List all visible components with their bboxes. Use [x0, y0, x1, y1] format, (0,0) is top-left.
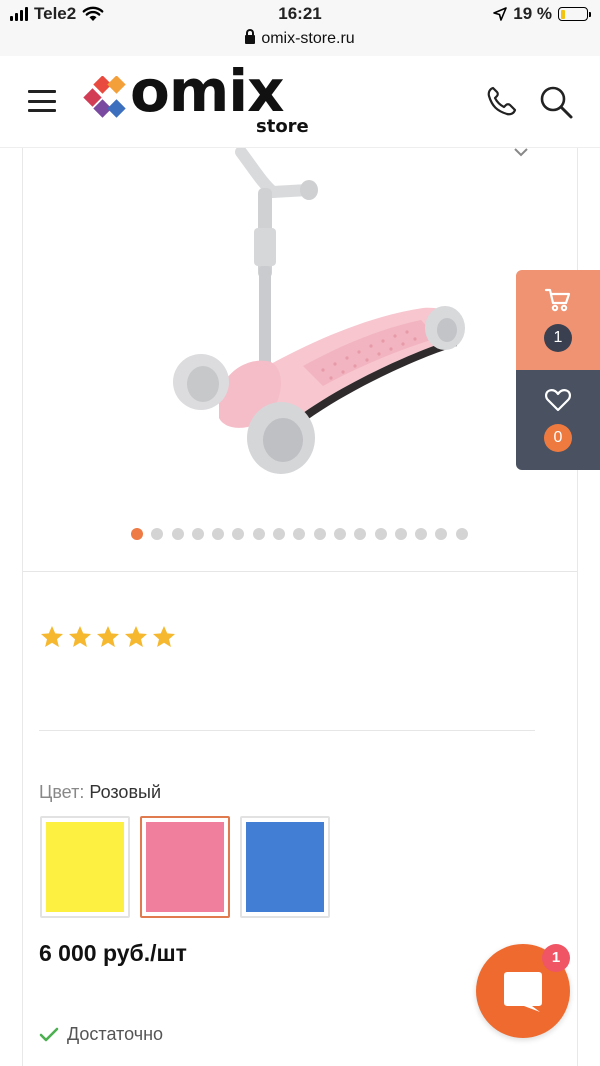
gallery-dot[interactable] [131, 528, 143, 540]
color-swatch-fill [246, 822, 324, 912]
chat-bubble-icon [504, 972, 542, 1012]
gallery-dot[interactable] [191, 528, 204, 540]
check-icon [39, 1027, 59, 1041]
gallery-dot[interactable] [212, 528, 225, 540]
divider [39, 730, 535, 731]
gallery-dot[interactable] [252, 528, 265, 540]
cart-icon [544, 288, 571, 312]
logo[interactable]: omix store [82, 62, 322, 140]
side-cart-button[interactable]: 1 [516, 270, 600, 370]
gallery-dot[interactable] [415, 528, 428, 540]
color-label: Цвет: Розовый [39, 782, 161, 803]
search-icon[interactable] [538, 84, 574, 120]
battery-level [560, 9, 566, 19]
color-swatch-fill [146, 822, 224, 912]
gallery-dot[interactable] [455, 528, 468, 540]
battery-icon [558, 7, 591, 21]
heart-icon [545, 389, 571, 412]
battery-percent: 19 % [513, 4, 552, 23]
color-swatch-pink[interactable] [140, 816, 230, 918]
logo-subtitle: store [256, 116, 309, 137]
url-text: omix-store.ru [261, 30, 355, 47]
gallery-dot[interactable] [232, 528, 245, 540]
product-image [173, 148, 465, 474]
lock-icon [245, 29, 256, 44]
status-right: 19 % [493, 4, 591, 24]
gallery-dot[interactable] [313, 528, 326, 540]
logo-wordmark: omix [130, 57, 285, 125]
gallery-pagination [131, 528, 468, 540]
product-gallery[interactable] [23, 148, 577, 572]
gallery-dot[interactable] [333, 528, 346, 540]
gallery-dot[interactable] [171, 528, 184, 540]
site-header: omix store [0, 56, 600, 148]
gallery-dot[interactable] [394, 528, 407, 540]
color-label-key: Цвет: [39, 782, 85, 802]
gallery-dot[interactable] [374, 528, 387, 540]
color-label-value: Розовый [89, 782, 161, 802]
product-card: Цвет: Розовый 6 000 руб./шт Достаточно [22, 148, 578, 1066]
cart-count-badge: 1 [544, 324, 572, 352]
gallery-dot[interactable] [151, 528, 164, 540]
star-icon [153, 626, 175, 647]
location-arrow-icon [493, 7, 508, 21]
side-favorites-button[interactable]: 0 [516, 370, 600, 470]
rating-stars [39, 624, 177, 650]
status-bar: Tele2 16:21 19 % omix-store.ru [0, 0, 600, 56]
color-swatch-blue[interactable] [240, 816, 330, 918]
chevron-down-icon[interactable] [511, 146, 531, 160]
star-icon [41, 626, 63, 647]
stock-text: Достаточно [67, 1024, 164, 1044]
color-swatch-fill [46, 822, 124, 912]
phone-icon[interactable] [484, 84, 518, 118]
address-bar[interactable]: omix-store.ru [0, 29, 600, 48]
logo-mark-icon [83, 76, 126, 118]
color-swatch-yellow[interactable] [40, 816, 130, 918]
chat-notification-badge: 1 [542, 944, 570, 972]
star-icon [69, 626, 91, 647]
gallery-dot[interactable] [273, 528, 286, 540]
color-swatches [40, 816, 330, 918]
gallery-dot[interactable] [354, 528, 367, 540]
gallery-dot[interactable] [293, 528, 306, 540]
product-price: 6 000 руб./шт [39, 940, 187, 966]
star-icon [125, 626, 147, 647]
gallery-dot[interactable] [435, 528, 448, 540]
star-icon [97, 626, 119, 647]
stock-status: Достаточно [39, 1024, 163, 1045]
favorites-count-badge: 0 [544, 424, 572, 452]
hamburger-icon[interactable] [28, 90, 56, 112]
